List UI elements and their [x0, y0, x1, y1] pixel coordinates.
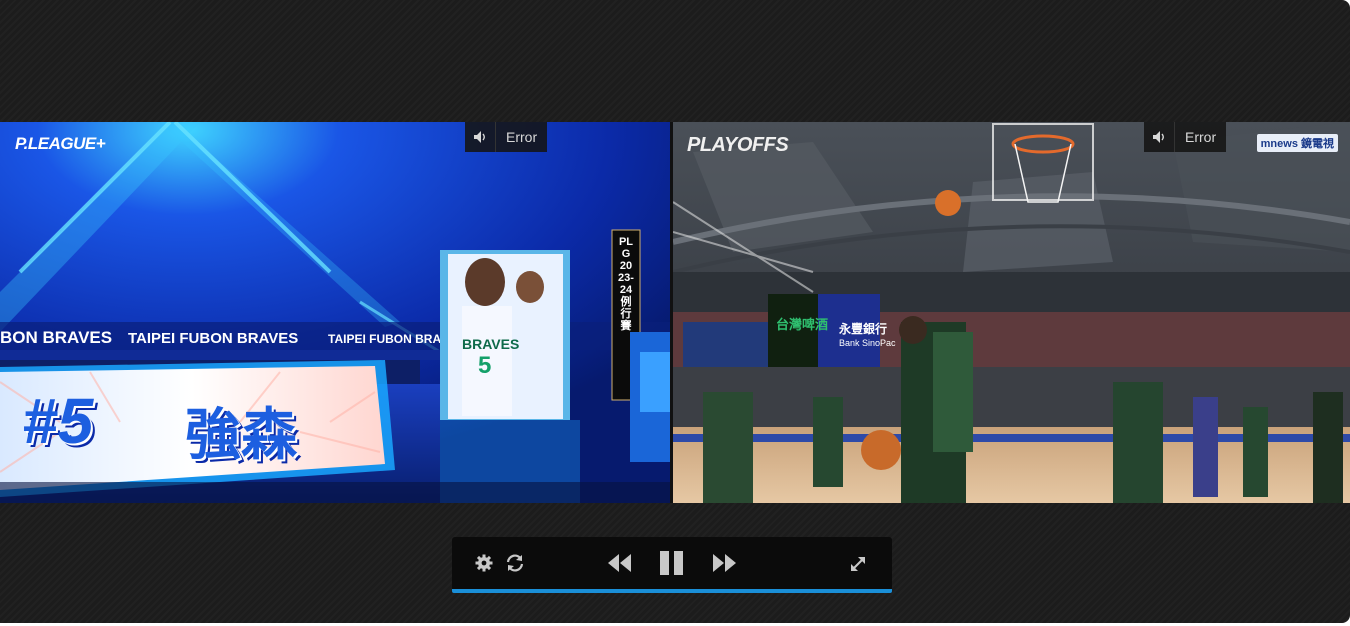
speaker-icon[interactable] [465, 122, 496, 152]
gear-icon[interactable] [474, 553, 494, 573]
speaker-icon[interactable] [1144, 122, 1175, 152]
sponsor-board-2: 永豐銀行 [839, 322, 888, 336]
video-player-right[interactable]: PLAYOFFS mnews 鏡電視 台灣啤酒 永豐銀行 Bank SinoPa… [673, 122, 1350, 503]
jersey-team-text: BRAVES [462, 336, 520, 352]
fast-forward-icon[interactable] [710, 551, 738, 575]
video-player-left[interactable]: P.LEAGUE+ BON BRAVES TAIPEI FUBON BRAVES… [0, 122, 670, 503]
audio-error-label: Error [1185, 129, 1217, 145]
audio-control-right[interactable]: Error [1144, 122, 1227, 152]
pleague-logo: P.LEAGUE+ [15, 134, 106, 153]
sponsor-board-2-sub: Bank SinoPac [839, 338, 896, 348]
player-name-graphic: 強森 [185, 403, 297, 466]
banner-text-repeat: TAIPEI FUBON BRAVES [328, 332, 440, 346]
progress-bar[interactable] [452, 589, 892, 593]
audio-error-label: Error [506, 129, 538, 145]
sponsor-board-1: 台灣啤酒 [776, 317, 829, 332]
jersey-number-graphic: #5 [22, 385, 94, 457]
pause-icon[interactable] [657, 549, 687, 577]
audio-control-left[interactable]: Error [465, 122, 548, 152]
expand-icon[interactable] [848, 554, 868, 574]
playoffs-logo: PLAYOFFS [687, 134, 789, 156]
rewind-icon[interactable] [606, 551, 634, 575]
banner-text-partial: BON BRAVES [0, 328, 113, 347]
video-frame-right [673, 122, 1350, 503]
banner-text: TAIPEI FUBON BRAVES [128, 330, 299, 347]
player-stage: P.LEAGUE+ BON BRAVES TAIPEI FUBON BRAVES… [0, 0, 1350, 623]
broadcaster-logo: mnews 鏡電視 [1256, 134, 1338, 152]
vertical-tag: PLG 2023-24 例行賽 [618, 236, 634, 332]
video-frame-left [0, 122, 670, 503]
refresh-icon[interactable] [504, 553, 526, 573]
playback-control-bar [452, 537, 892, 589]
jersey-number-text: 5 [478, 352, 492, 379]
